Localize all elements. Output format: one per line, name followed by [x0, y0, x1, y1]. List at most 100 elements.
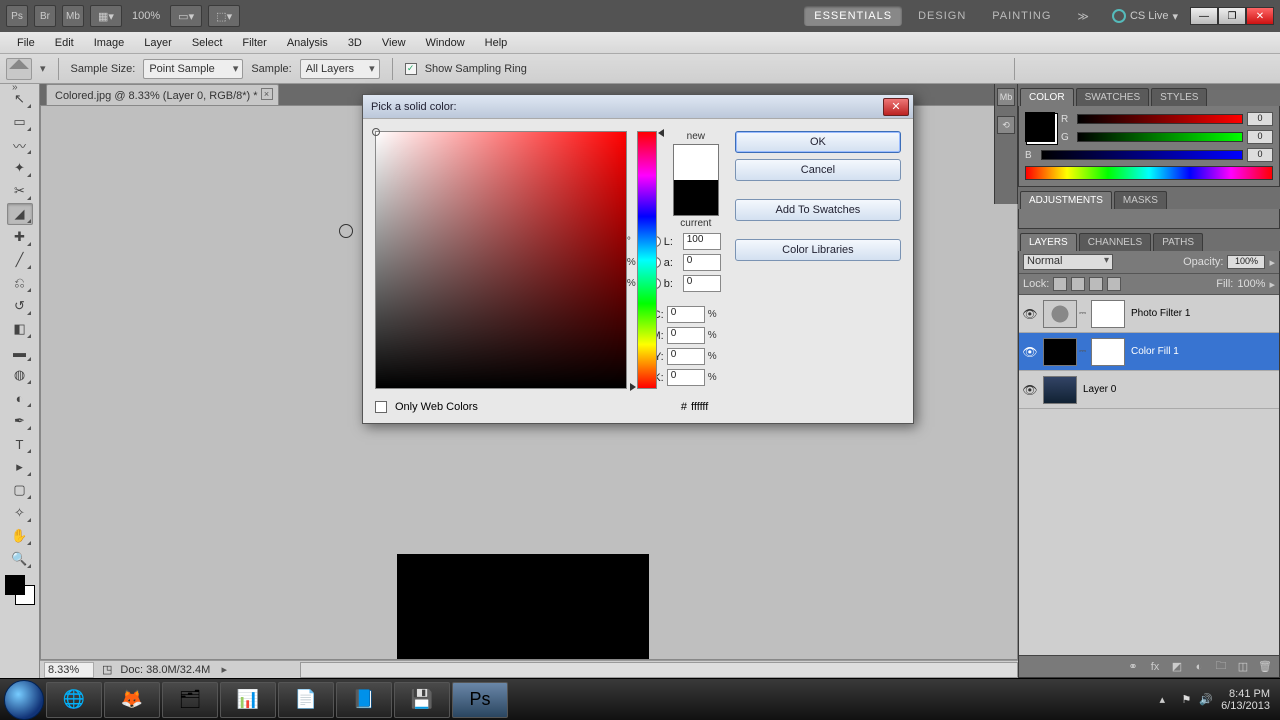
menu-3d[interactable]: 3D — [339, 35, 371, 51]
add-to-swatches-button[interactable]: Add To Swatches — [735, 199, 901, 221]
lasso-tool[interactable]: 〰 — [7, 134, 33, 156]
color-libraries-button[interactable]: Color Libraries — [735, 239, 901, 261]
type-tool[interactable]: T — [7, 433, 33, 455]
zoom-tool[interactable]: 🔍 — [7, 548, 33, 570]
new-current-swatch[interactable] — [673, 144, 719, 216]
workspace-essentials[interactable]: ESSENTIALS — [804, 6, 902, 26]
minibridge-panel-icon[interactable]: Mb — [997, 88, 1015, 106]
menu-select[interactable]: Select — [183, 35, 232, 51]
taskbar-explorer-icon[interactable]: 🗂 — [162, 682, 218, 718]
sample-size-dropdown[interactable]: Point Sample — [143, 59, 243, 79]
layer-thumbnail[interactable] — [1043, 376, 1077, 404]
cancel-button[interactable]: Cancel — [735, 159, 901, 181]
foreground-color-swatch[interactable] — [5, 575, 25, 595]
menu-window[interactable]: Window — [417, 35, 474, 51]
hue-ramp[interactable] — [1025, 166, 1273, 180]
blur-tool[interactable]: ◍ — [7, 364, 33, 386]
tab-color[interactable]: COLOR — [1020, 88, 1074, 106]
3d-tool[interactable]: ✧ — [7, 502, 33, 524]
taskbar-firefox-icon[interactable]: 🦊 — [104, 682, 160, 718]
current-tool-icon[interactable] — [6, 58, 32, 80]
tray-volume-icon[interactable]: 🔊 — [1199, 693, 1213, 706]
l-input[interactable]: 100 — [683, 233, 721, 250]
b-lab-input[interactable]: 0 — [683, 275, 721, 292]
menu-help[interactable]: Help — [476, 35, 517, 51]
show-sampling-ring-checkbox[interactable]: ✓ — [405, 63, 417, 75]
quick-select-tool[interactable]: ✦ — [7, 157, 33, 179]
status-proxy-icon[interactable]: ◳ — [102, 663, 112, 676]
dialog-close-button[interactable]: ✕ — [883, 98, 909, 116]
fill-adjust-icon[interactable]: ◐ — [1191, 660, 1207, 674]
layer-mask-thumbnail[interactable] — [1091, 338, 1125, 366]
dialog-titlebar[interactable]: Pick a solid color: ✕ — [363, 95, 913, 119]
window-restore-button[interactable]: ❐ — [1218, 7, 1246, 25]
bridge-icon[interactable]: Br — [34, 5, 56, 27]
gradient-tool[interactable]: ▬ — [7, 341, 33, 363]
workspace-painting[interactable]: PAINTING — [982, 6, 1061, 26]
saturation-value-field[interactable] — [375, 131, 627, 389]
layer-name[interactable]: Layer 0 — [1079, 384, 1116, 395]
ok-button[interactable]: OK — [735, 131, 901, 153]
layer-thumbnail[interactable] — [1043, 300, 1077, 328]
only-web-colors-checkbox[interactable] — [375, 401, 387, 413]
menu-view[interactable]: View — [373, 35, 415, 51]
visibility-toggle-icon[interactable]: 👁 — [1019, 307, 1041, 321]
taskbar-chrome-icon[interactable]: 🌐 — [46, 682, 102, 718]
layer-row[interactable]: 👁 ⎓ Color Fill 1 — [1019, 333, 1279, 371]
layer-mask-icon[interactable]: ◩ — [1169, 660, 1185, 674]
cs-live-button[interactable]: CS Live ▾ — [1112, 9, 1178, 23]
hex-input[interactable]: ffffff — [691, 401, 741, 413]
r-value[interactable]: 0 — [1247, 112, 1273, 126]
sample-dropdown[interactable]: All Layers — [300, 59, 380, 79]
new-layer-icon[interactable]: ◫ — [1235, 660, 1251, 674]
history-panel-icon[interactable]: ⟲ — [997, 116, 1015, 134]
taskbar-excel-icon[interactable]: 📊 — [220, 682, 276, 718]
layer-fx-icon[interactable]: fx — [1147, 660, 1163, 674]
lock-position-icon[interactable] — [1089, 277, 1103, 291]
dodge-tool[interactable]: ◐ — [7, 387, 33, 409]
delete-layer-icon[interactable]: 🗑 — [1257, 660, 1273, 674]
hand-tool[interactable]: ✋ — [7, 525, 33, 547]
status-zoom-input[interactable]: 8.33% — [44, 662, 94, 678]
tray-network-icon[interactable]: ⚑ — [1181, 693, 1191, 706]
start-button[interactable] — [4, 680, 44, 720]
window-minimize-button[interactable]: — — [1190, 7, 1218, 25]
window-close-button[interactable]: ✕ — [1246, 7, 1274, 25]
g-slider[interactable] — [1077, 132, 1243, 142]
document-tab[interactable]: Colored.jpg @ 8.33% (Layer 0, RGB/8*) * … — [46, 84, 279, 106]
layer-row[interactable]: 👁 ⎓ Photo Filter 1 — [1019, 295, 1279, 333]
status-menu-icon[interactable]: ▸ — [218, 664, 230, 676]
move-tool[interactable]: ↖ — [7, 88, 33, 110]
screen-mode-dropdown[interactable]: ▭▾ — [170, 5, 202, 27]
taskbar-clock[interactable]: 8:41 PM 6/13/2013 — [1221, 688, 1270, 712]
color-panel-swatch[interactable] — [1025, 112, 1055, 142]
r-slider[interactable] — [1077, 114, 1243, 124]
layer-thumbnail[interactable] — [1043, 338, 1077, 366]
fill-input[interactable]: 100% — [1237, 278, 1265, 290]
clone-stamp-tool[interactable]: ⎌ — [7, 272, 33, 294]
ps-logo-icon[interactable]: Ps — [6, 5, 28, 27]
tab-styles[interactable]: STYLES — [1151, 88, 1207, 106]
workspace-design[interactable]: DESIGN — [908, 6, 976, 26]
m-input[interactable]: 0 — [667, 327, 705, 344]
g-value[interactable]: 0 — [1247, 130, 1273, 144]
pen-tool[interactable]: ✒ — [7, 410, 33, 432]
menu-analysis[interactable]: Analysis — [278, 35, 337, 51]
hue-slider[interactable] — [637, 131, 657, 389]
lock-pixels-icon[interactable] — [1071, 277, 1085, 291]
fg-bg-swatches[interactable] — [5, 575, 35, 605]
a-input[interactable]: 0 — [683, 254, 721, 271]
horizontal-scrollbar[interactable] — [300, 662, 1018, 678]
b-value[interactable]: 0 — [1247, 148, 1273, 162]
opacity-input[interactable]: 100% — [1227, 255, 1265, 269]
layer-name[interactable]: Photo Filter 1 — [1127, 308, 1190, 319]
healing-brush-tool[interactable]: ✚ — [7, 226, 33, 248]
tray-overflow-icon[interactable]: ▴ — [1159, 693, 1173, 707]
extras-dropdown[interactable]: ⬚▾ — [208, 5, 240, 27]
tab-channels[interactable]: CHANNELS — [1079, 233, 1151, 251]
link-layers-icon[interactable]: ⚭ — [1125, 660, 1141, 674]
tab-paths[interactable]: PATHS — [1153, 233, 1203, 251]
menu-image[interactable]: Image — [85, 35, 134, 51]
lock-all-icon[interactable] — [1107, 277, 1121, 291]
visibility-toggle-icon[interactable]: 👁 — [1019, 383, 1041, 397]
